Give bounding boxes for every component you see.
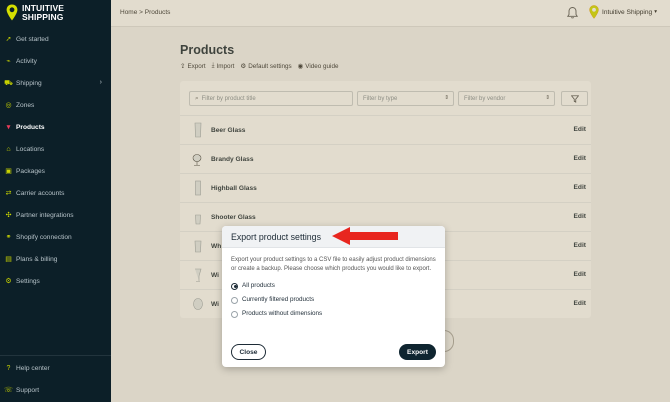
close-button[interactable]: Close: [231, 344, 266, 360]
sidebar-item-label: Packages: [16, 167, 45, 175]
sidebar-nav: ➚ Get started ⌁ Activity ⛟ Shipping › ◎ …: [0, 28, 111, 292]
sidebar-item-label: Shipping: [16, 79, 42, 87]
location-icon: ⌂: [6, 145, 11, 153]
support-icon: ☏: [4, 387, 13, 394]
export-button[interactable]: Export: [399, 344, 436, 360]
sidebar-item-locations[interactable]: ⌂ Locations: [0, 138, 111, 160]
rocket-icon: ➚: [5, 36, 12, 43]
option-label: Currently filtered products: [242, 295, 315, 303]
sidebar-item-carrier-accounts[interactable]: ⇄ Carrier accounts: [0, 182, 111, 204]
truck-icon: ⛟: [4, 79, 13, 87]
sidebar-item-shipping[interactable]: ⛟ Shipping ›: [0, 72, 111, 94]
help-icon: ?: [6, 364, 11, 372]
sidebar: INTUITIVE SHIPPING ➚ Get started ⌁ Activ…: [0, 0, 111, 402]
shopify-icon: ⚭: [5, 234, 12, 241]
sidebar-divider: [0, 355, 111, 356]
radio-without-dimensions[interactable]: [231, 310, 238, 318]
sidebar-item-label: Get started: [16, 35, 49, 43]
sidebar-item-products[interactable]: ▾ Products: [0, 116, 111, 138]
sidebar-item-label: Locations: [16, 145, 45, 153]
modal-description: Export your product settings to a CSV fi…: [231, 257, 436, 272]
sidebar-item-label: Support: [16, 386, 40, 394]
sidebar-item-label: Partner integrations: [16, 211, 74, 219]
sidebar-item-shopify-connection[interactable]: ⚭ Shopify connection: [0, 226, 111, 248]
export-options: All products Currently filtered products…: [231, 279, 436, 321]
option-label: Products without dimensions: [242, 309, 323, 317]
activity-icon: ⌁: [6, 58, 11, 65]
sidebar-item-plans-billing[interactable]: ▤ Plans & billing: [0, 248, 111, 270]
brand-line-2: SHIPPING: [22, 12, 64, 22]
radio-currently-filtered[interactable]: [231, 296, 238, 304]
radio-all-products[interactable]: [231, 282, 238, 290]
sidebar-item-label: Plans & billing: [16, 255, 58, 263]
sidebar-bottom-nav: ? Help center ☏ Support: [0, 357, 111, 401]
sidebar-item-label: Carrier accounts: [16, 189, 65, 197]
export-settings-modal: Export product settings Export your prod…: [222, 226, 445, 367]
sidebar-item-support[interactable]: ☏ Support: [0, 379, 111, 401]
brand-logo[interactable]: INTUITIVE SHIPPING: [6, 4, 64, 22]
globe-icon: ◎: [5, 102, 12, 109]
option-currently-filtered[interactable]: Currently filtered products: [231, 293, 436, 307]
shirt-icon: ▾: [6, 124, 11, 131]
location-pin-logo-icon: [6, 4, 18, 21]
billing-icon: ▤: [5, 256, 12, 263]
annotation-arrow-icon: [332, 227, 398, 245]
option-all-products[interactable]: All products: [231, 279, 436, 293]
sidebar-item-label: Zones: [16, 101, 35, 109]
plug-icon: ✣: [5, 212, 12, 219]
sidebar-item-packages[interactable]: ▣ Packages: [0, 160, 111, 182]
sidebar-item-label: Products: [16, 123, 45, 131]
package-icon: ▣: [5, 168, 12, 175]
sidebar-item-activity[interactable]: ⌁ Activity: [0, 50, 111, 72]
option-without-dimensions[interactable]: Products without dimensions: [231, 307, 436, 321]
sidebar-item-help-center[interactable]: ? Help center: [0, 357, 111, 379]
sidebar-item-get-started[interactable]: ➚ Get started: [0, 28, 111, 50]
sidebar-item-label: Activity: [16, 57, 37, 65]
modal-backdrop-top[interactable]: [111, 0, 670, 27]
sidebar-item-partner-integrations[interactable]: ✣ Partner integrations: [0, 204, 111, 226]
modal-body: Export your product settings to a CSV fi…: [222, 248, 445, 321]
sidebar-item-label: Help center: [16, 364, 50, 372]
chevron-right-icon: ›: [99, 79, 102, 86]
sidebar-item-settings[interactable]: ⚙ Settings: [0, 270, 111, 292]
sidebar-item-label: Settings: [16, 277, 40, 285]
carrier-icon: ⇄: [5, 190, 12, 197]
option-label: All products: [242, 281, 275, 289]
sidebar-item-label: Shopify connection: [16, 233, 72, 241]
gear-icon: ⚙: [5, 278, 12, 285]
sidebar-item-zones[interactable]: ◎ Zones: [0, 94, 111, 116]
